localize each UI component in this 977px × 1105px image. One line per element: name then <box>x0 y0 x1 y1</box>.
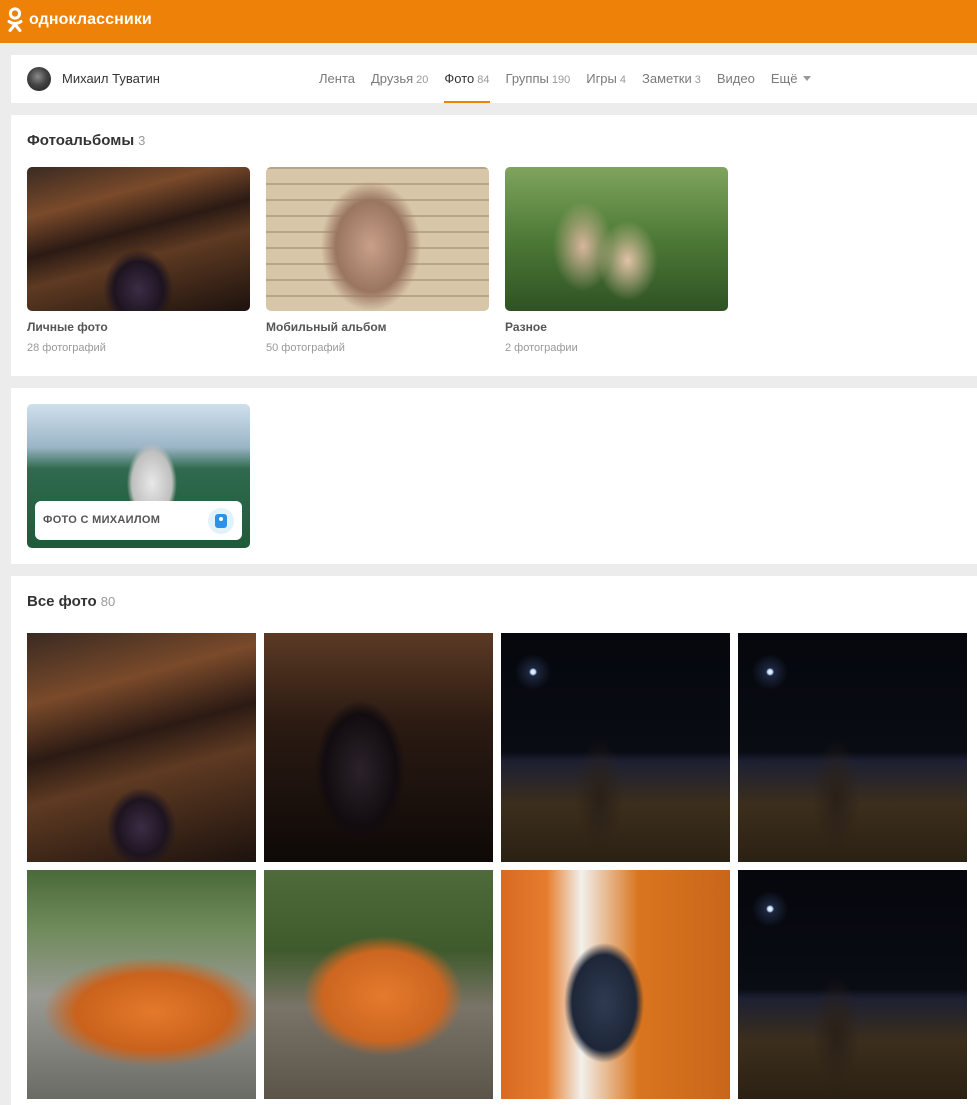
photo-with-card[interactable]: ФОТО С МИХАИЛОМ <box>27 404 250 548</box>
tab-label: Группы <box>505 71 549 86</box>
person-tag-icon <box>208 508 234 534</box>
albums-title: Фотоальбомы <box>27 132 135 149</box>
chevron-down-icon <box>803 76 812 81</box>
tab-video[interactable]: Видео <box>709 55 763 103</box>
photo-with-section: ФОТО С МИХАИЛОМ <box>11 388 977 564</box>
album-card[interactable]: Разное 2 фотографии <box>505 167 728 354</box>
tab-label: Ещё <box>770 71 798 86</box>
all-photos-title: Все фото <box>27 593 97 610</box>
tab-count: 3 <box>694 74 701 86</box>
tab-count: 4 <box>619 74 627 86</box>
tab-label: Друзья <box>370 71 414 86</box>
site-logo[interactable]: одноклассники <box>7 7 152 33</box>
photo-thumbnail[interactable] <box>27 633 256 862</box>
profile-nav: Михаил Туватин Лента Друзья 20 Фото 84 Гру… <box>11 55 977 103</box>
section-title: Все фото 80 <box>27 593 115 610</box>
all-photos-count: 80 <box>100 594 116 609</box>
album-card[interactable]: Мобильный альбом 50 фотографий <box>266 167 489 354</box>
profile-tabs: Лента Друзья 20 Фото 84 Группы 190 Игры 4 За… <box>311 55 819 103</box>
tab-label: Фото <box>444 71 475 86</box>
tab-count: 20 <box>416 74 429 86</box>
top-bar: одноклассники <box>0 0 977 43</box>
tab-notes[interactable]: Заметки 3 <box>634 55 709 103</box>
photo-thumbnail[interactable] <box>264 633 493 862</box>
album-name[interactable]: Мобильный альбом <box>266 320 489 334</box>
album-name[interactable]: Разное <box>505 320 728 334</box>
tab-label: Игры <box>586 71 617 86</box>
tab-count: 84 <box>477 74 490 86</box>
albums-section: Фотоальбомы 3 Личные фото 28 фотографий М… <box>11 115 977 376</box>
album-cover[interactable] <box>27 167 250 311</box>
tab-more[interactable]: Ещё <box>763 55 820 103</box>
logo-text: одноклассники <box>29 11 152 28</box>
tab-count: 190 <box>551 74 571 86</box>
tab-feed[interactable]: Лента <box>311 55 363 103</box>
tab-label: Лента <box>319 71 355 86</box>
photo-with-label[interactable]: ФОТО С МИХАИЛОМ <box>35 501 242 540</box>
all-photos-section: Все фото 80 <box>11 576 977 1105</box>
photo-thumbnail[interactable] <box>501 870 730 1099</box>
album-photo-count: 2 фотографии <box>505 342 578 354</box>
album-cover[interactable] <box>505 167 728 311</box>
photo-thumbnail[interactable] <box>264 870 493 1099</box>
tab-label: Видео <box>716 71 755 86</box>
photo-thumbnail[interactable] <box>501 633 730 862</box>
ok-logo-icon <box>7 7 23 32</box>
photo-thumbnail[interactable] <box>27 870 256 1099</box>
photo-thumbnail[interactable] <box>738 633 967 862</box>
avatar[interactable] <box>27 67 51 91</box>
album-cover[interactable] <box>266 167 489 311</box>
profile-name[interactable]: Михаил Туватин <box>62 71 160 86</box>
tab-friends[interactable]: Друзья 20 <box>363 55 436 103</box>
tab-groups[interactable]: Группы 190 <box>498 55 579 103</box>
albums-count: 3 <box>138 133 146 148</box>
photo-thumbnail[interactable] <box>738 870 967 1099</box>
section-title: Фотоальбомы 3 <box>27 132 145 149</box>
tab-games[interactable]: Игры 4 <box>578 55 634 103</box>
tab-label: Заметки <box>642 71 692 86</box>
photo-with-text: ФОТО С МИХАИЛОМ <box>43 514 161 526</box>
album-photo-count: 50 фотографий <box>266 342 345 354</box>
album-card[interactable]: Личные фото 28 фотографий <box>27 167 250 354</box>
album-name[interactable]: Личные фото <box>27 320 250 334</box>
album-photo-count: 28 фотографий <box>27 342 106 354</box>
tab-photos[interactable]: Фото 84 <box>436 55 497 103</box>
